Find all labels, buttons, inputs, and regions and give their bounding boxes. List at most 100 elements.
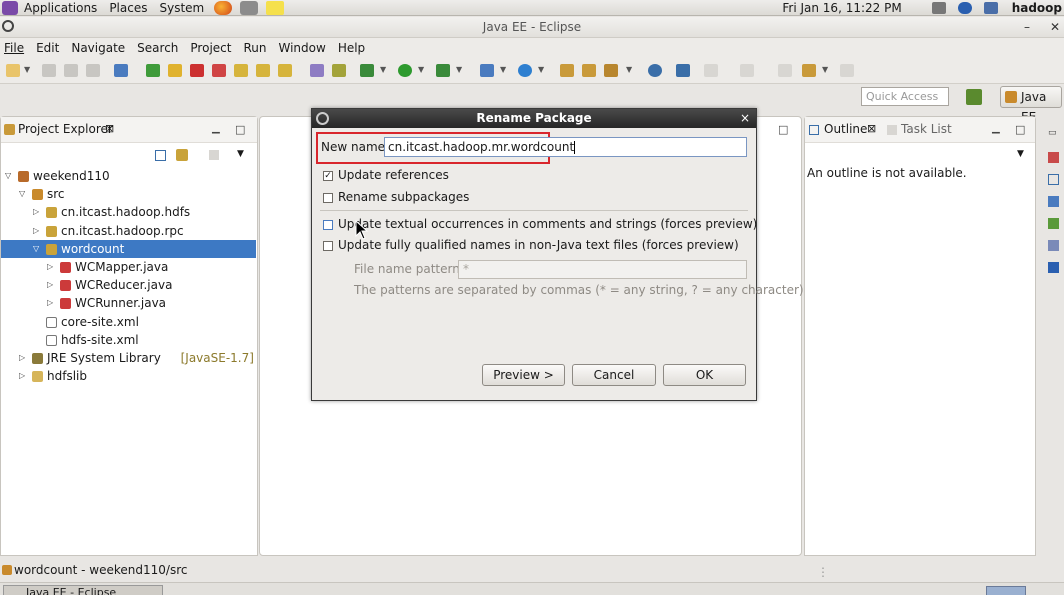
collapsed-twisty-icon[interactable]: ▷ xyxy=(33,203,39,221)
restore-icon[interactable]: ▭ xyxy=(1048,128,1057,138)
firefox-icon[interactable] xyxy=(214,0,233,15)
tree-item[interactable]: ▽ weekend110 xyxy=(1,167,256,185)
update-textual-label[interactable]: Update textual occurrences in comments a… xyxy=(338,217,757,231)
servers-icon[interactable] xyxy=(1048,218,1059,229)
ok-button[interactable]: OK xyxy=(663,364,746,386)
new-java-project-icon[interactable] xyxy=(480,64,494,77)
expanded-twisty-icon[interactable]: ▽ xyxy=(19,185,25,203)
file-patterns-input[interactable]: * xyxy=(458,260,747,279)
declaration-icon[interactable] xyxy=(1048,196,1059,207)
chevron-down-icon[interactable]: ▼ xyxy=(626,65,632,74)
collapsed-twisty-icon[interactable]: ▷ xyxy=(47,294,53,312)
menu-edit[interactable]: Edit xyxy=(32,39,63,57)
preview-button[interactable]: Preview > xyxy=(482,364,565,386)
collapse-all-icon[interactable] xyxy=(155,150,166,161)
minimize-view-icon[interactable]: ▁ xyxy=(992,123,1000,134)
javadoc-icon[interactable] xyxy=(1048,174,1059,185)
collapsed-twisty-icon[interactable]: ▷ xyxy=(47,258,53,276)
chevron-down-icon[interactable]: ▼ xyxy=(500,65,506,74)
expanded-twisty-icon[interactable]: ▽ xyxy=(33,240,39,258)
taskbar-item-eclipse[interactable]: Java EE - Eclipse xyxy=(3,585,163,595)
debug-icon[interactable] xyxy=(360,64,374,77)
minimize-button[interactable]: – xyxy=(1024,17,1030,38)
annotation-icon[interactable] xyxy=(676,64,690,77)
menu-file[interactable]: File xyxy=(0,39,28,57)
javaee-perspective-button[interactable]: Java EE xyxy=(1000,86,1062,124)
update-qualified-label[interactable]: Update fully qualified names in non-Java… xyxy=(338,238,739,252)
network-icon[interactable] xyxy=(983,2,998,14)
close-tab-icon[interactable]: ⊠ xyxy=(105,122,114,135)
back-icon[interactable] xyxy=(802,64,816,77)
chevron-down-icon[interactable]: ▼ xyxy=(822,65,828,74)
close-window-button[interactable]: ✕ xyxy=(1050,17,1060,38)
maximize-view-icon[interactable]: □ xyxy=(235,123,245,136)
suspend-icon[interactable] xyxy=(168,64,182,77)
collapsed-twisty-icon[interactable]: ▷ xyxy=(47,276,53,294)
tree-item[interactable]: ▷ cn.itcast.hadoop.rpc xyxy=(1,222,256,240)
maximize-editor-icon[interactable]: □ xyxy=(778,123,788,136)
globe-icon[interactable] xyxy=(648,64,662,77)
menu-run[interactable]: Run xyxy=(239,39,270,57)
pointer-icon[interactable] xyxy=(114,64,128,77)
gnome-foot-icon[interactable] xyxy=(2,0,18,15)
chevron-down-icon[interactable]: ▼ xyxy=(24,65,30,74)
step-into-icon[interactable] xyxy=(234,64,248,77)
maximize-view-icon[interactable]: □ xyxy=(1015,123,1025,136)
step-over-icon[interactable] xyxy=(256,64,270,77)
clock[interactable]: Fri Jan 16, 11:22 PM xyxy=(782,1,901,15)
tree-item[interactable]: ▷ WCRunner.java xyxy=(1,294,256,312)
new-name-field[interactable]: cn.itcast.hadoop.mr.wordcount xyxy=(384,137,747,157)
applications-menu[interactable]: Applications xyxy=(18,0,103,16)
new-class-icon[interactable] xyxy=(518,64,532,77)
update-textual-checkbox[interactable] xyxy=(323,220,333,230)
places-menu[interactable]: Places xyxy=(103,0,153,16)
tree-item[interactable]: ▷ cn.itcast.hadoop.hdfs xyxy=(1,203,256,221)
minimize-view-icon[interactable]: ▁ xyxy=(212,123,220,134)
menu-navigate[interactable]: Navigate xyxy=(67,39,129,57)
chevron-down-icon[interactable]: ▼ xyxy=(538,65,544,74)
cancel-button[interactable]: Cancel xyxy=(572,364,656,386)
open-type-icon[interactable] xyxy=(560,64,574,77)
collapsed-twisty-icon[interactable]: ▷ xyxy=(33,222,39,240)
bluetooth-icon[interactable] xyxy=(957,2,972,14)
tree-item[interactable]: hdfs-site.xml xyxy=(1,331,256,349)
tree-item[interactable]: ▷ WCMapper.java xyxy=(1,258,256,276)
workspace-switcher[interactable] xyxy=(986,586,1026,595)
open-task-icon[interactable] xyxy=(582,64,596,77)
view-menu-icon[interactable] xyxy=(209,150,219,160)
new-icon[interactable] xyxy=(6,64,20,77)
save-icon[interactable] xyxy=(42,64,56,77)
update-qualified-checkbox[interactable] xyxy=(323,241,333,251)
user-name[interactable]: hadoop xyxy=(1012,1,1062,15)
expanded-twisty-icon[interactable]: ▽ xyxy=(5,167,11,185)
chevron-down-icon[interactable]: ▼ xyxy=(418,65,424,74)
chevron-down-icon[interactable]: ▼ xyxy=(380,65,386,74)
chevron-down-icon[interactable]: ▼ xyxy=(1017,149,1024,159)
tab-task-list[interactable]: Task List xyxy=(901,122,952,136)
menu-help[interactable]: Help xyxy=(334,39,369,57)
data-source-icon[interactable] xyxy=(1048,240,1059,251)
last-edit-icon[interactable] xyxy=(778,64,792,77)
server-icon[interactable] xyxy=(310,64,324,77)
resume-icon[interactable] xyxy=(146,64,160,77)
chevron-down-icon[interactable]: ▼ xyxy=(456,65,462,74)
run-icon[interactable] xyxy=(398,64,412,77)
update-references-label[interactable]: Update references xyxy=(338,168,449,182)
collapsed-twisty-icon[interactable]: ▷ xyxy=(19,349,25,367)
dialog-close-button[interactable]: × xyxy=(740,109,750,128)
update-references-checkbox[interactable]: ✓ xyxy=(323,171,333,181)
prev-annotation-icon[interactable] xyxy=(740,64,754,77)
forward-icon[interactable] xyxy=(840,64,854,77)
console-icon[interactable] xyxy=(1048,262,1059,273)
print-icon[interactable] xyxy=(86,64,100,77)
external-tools-icon[interactable] xyxy=(436,64,450,77)
quick-access-input[interactable]: Quick Access xyxy=(861,87,949,106)
collapsed-twisty-icon[interactable]: ▷ xyxy=(19,367,25,385)
publish-icon[interactable] xyxy=(332,64,346,77)
tree-item[interactable]: ▽ wordcount xyxy=(1,239,256,258)
menu-search[interactable]: Search xyxy=(133,39,182,57)
volume-icon[interactable] xyxy=(931,2,946,14)
menu-window[interactable]: Window xyxy=(274,39,329,57)
search-tool-icon[interactable] xyxy=(604,64,618,77)
save-all-icon[interactable] xyxy=(64,64,78,77)
